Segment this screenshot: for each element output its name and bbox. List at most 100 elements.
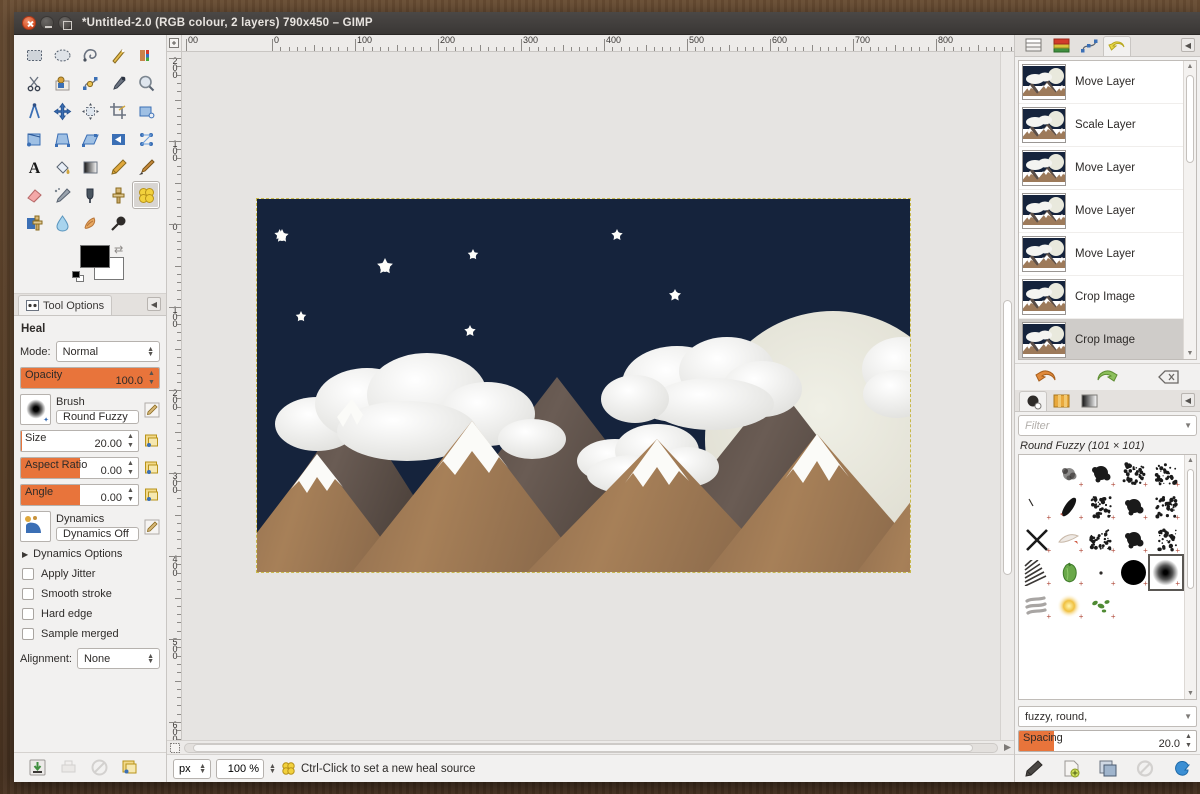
navigation-button[interactable] bbox=[1000, 743, 1014, 752]
dodge-burn-tool[interactable] bbox=[104, 209, 132, 237]
history-scrollbar[interactable]: ▲ ▼ bbox=[1183, 61, 1196, 359]
history-item[interactable]: Crop Image bbox=[1019, 319, 1183, 359]
paintbrush-tool[interactable] bbox=[132, 153, 160, 181]
foreground-select-tool[interactable] bbox=[48, 69, 76, 97]
zoom-input[interactable]: 100 % bbox=[216, 759, 264, 779]
unit-select[interactable]: px ▲▼ bbox=[173, 759, 211, 779]
brush-cell-speckle-2[interactable]: + bbox=[1150, 457, 1182, 490]
brush-cell-grain-1[interactable]: + bbox=[1085, 523, 1117, 556]
bucket-fill-tool[interactable] bbox=[48, 153, 76, 181]
foreground-color-swatch[interactable] bbox=[80, 245, 110, 268]
scroll-down-icon[interactable]: ▼ bbox=[1184, 350, 1196, 357]
brush-scroll-thumb[interactable] bbox=[1187, 469, 1194, 589]
layers-tab[interactable] bbox=[1019, 36, 1047, 56]
reset-aspect-icon[interactable] bbox=[144, 460, 160, 476]
dynamics-preview[interactable] bbox=[20, 511, 51, 542]
brush-cell-dark-splat[interactable]: + bbox=[1085, 457, 1117, 490]
canvas-image[interactable] bbox=[257, 199, 910, 572]
quick-mask-button[interactable] bbox=[167, 741, 182, 755]
brush-cell-tiny-dot[interactable]: + bbox=[1085, 556, 1117, 589]
dock-menu-button[interactable]: ◀ bbox=[147, 297, 161, 311]
ellipse-select-tool[interactable] bbox=[48, 41, 76, 69]
zoom-tool[interactable] bbox=[132, 69, 160, 97]
chevron-down-icon[interactable]: ▼ bbox=[1184, 421, 1192, 430]
brushes-tab[interactable] bbox=[1019, 391, 1047, 411]
history-scroll-thumb[interactable] bbox=[1186, 75, 1194, 163]
spacing-spinner[interactable]: ▲▼ bbox=[1183, 733, 1194, 749]
history-item[interactable]: Crop Image bbox=[1019, 276, 1183, 319]
brush-cell-pepper[interactable]: + bbox=[1053, 556, 1085, 589]
smudge-tool[interactable] bbox=[76, 209, 104, 237]
brush-cell-speckle-1[interactable]: + bbox=[1118, 457, 1150, 490]
aspect-spinner[interactable]: ▲▼ bbox=[125, 460, 136, 476]
gradients-tab[interactable] bbox=[1075, 391, 1103, 411]
aspect-ratio-slider[interactable]: Aspect Ratio 0.00 ▲▼ bbox=[20, 457, 139, 479]
perspective-tool[interactable] bbox=[104, 125, 132, 153]
angle-spinner[interactable]: ▲▼ bbox=[125, 487, 136, 503]
hard-edge-checkbox[interactable] bbox=[22, 608, 34, 620]
blend-tool[interactable] bbox=[76, 153, 104, 181]
vertical-scroll-thumb[interactable] bbox=[1003, 300, 1012, 575]
brush-cell-sparse-dots[interactable]: + bbox=[1150, 490, 1182, 523]
angle-slider[interactable]: Angle 0.00 ▲▼ bbox=[20, 484, 139, 506]
canvas-vertical-scrollbar[interactable] bbox=[1000, 52, 1014, 740]
perspective-clone-tool[interactable] bbox=[20, 209, 48, 237]
edit-dynamics-icon[interactable] bbox=[144, 519, 160, 535]
reset-size-icon[interactable] bbox=[144, 433, 160, 449]
brush-cell-leaves[interactable]: + bbox=[1085, 589, 1117, 622]
pencil-tool[interactable] bbox=[104, 153, 132, 181]
brush-cell-hard-circle[interactable]: + bbox=[1118, 556, 1150, 589]
delete-brush-button[interactable] bbox=[1135, 759, 1155, 778]
spacing-slider[interactable]: Spacing 20.0 ▲▼ bbox=[1018, 730, 1197, 752]
opacity-spinner[interactable]: ▲▼ bbox=[146, 370, 157, 386]
eraser-tool[interactable] bbox=[20, 181, 48, 209]
dynamics-options-expander[interactable]: ▶ Dynamics Options bbox=[22, 548, 160, 560]
rect-select-tool[interactable] bbox=[20, 41, 48, 69]
patterns-tab[interactable] bbox=[1047, 391, 1075, 411]
redo-button[interactable] bbox=[1096, 368, 1118, 386]
brush-cell-grain-2[interactable]: + bbox=[1118, 523, 1150, 556]
brush-grid-container[interactable]: ++++++++++++++++++++++ ▲ ▼ bbox=[1018, 454, 1197, 700]
horizontal-scroll-track[interactable] bbox=[184, 743, 998, 753]
move-tool[interactable] bbox=[48, 97, 76, 125]
size-spinner[interactable]: ▲▼ bbox=[125, 433, 136, 449]
refresh-brushes-button[interactable] bbox=[1172, 759, 1192, 778]
opacity-slider[interactable]: Opacity 100.0 ▲▼ bbox=[20, 367, 160, 389]
undo-button[interactable] bbox=[1035, 368, 1057, 386]
brush-cell-smudge-lines[interactable]: + bbox=[1021, 589, 1053, 622]
history-item[interactable]: Scale Layer bbox=[1019, 104, 1183, 147]
paths-tool[interactable] bbox=[76, 69, 104, 97]
brush-cell-confetti-1[interactable]: + bbox=[1085, 490, 1117, 523]
unified-transform-tool[interactable] bbox=[132, 97, 160, 125]
airbrush-tool[interactable] bbox=[48, 181, 76, 209]
blur-sharpen-tool[interactable] bbox=[48, 209, 76, 237]
ink-tool[interactable] bbox=[76, 181, 104, 209]
color-picker-tool[interactable] bbox=[104, 69, 132, 97]
select-by-color-tool[interactable] bbox=[132, 41, 160, 69]
mode-select[interactable]: Normal ▲▼ bbox=[56, 341, 160, 362]
shear-tool[interactable] bbox=[76, 125, 104, 153]
horizontal-scroll-thumb[interactable] bbox=[193, 744, 973, 752]
channels-tab[interactable] bbox=[1047, 36, 1075, 56]
clone-stamp-tool[interactable] bbox=[104, 181, 132, 209]
free-select-tool[interactable] bbox=[76, 41, 104, 69]
brush-scrollbar[interactable]: ▲ ▼ bbox=[1184, 455, 1196, 699]
scroll-down-icon[interactable]: ▼ bbox=[1185, 690, 1196, 697]
maximize-button[interactable] bbox=[58, 16, 72, 30]
history-dock-menu-button[interactable]: ◀ bbox=[1181, 38, 1195, 52]
brush-tags-input[interactable]: fuzzy, round, ▼ bbox=[1018, 706, 1197, 727]
heal-tool[interactable] bbox=[132, 181, 160, 209]
history-item[interactable]: Move Layer bbox=[1019, 233, 1183, 276]
apply-jitter-row[interactable]: Apply Jitter bbox=[22, 568, 160, 580]
history-item[interactable]: Move Layer bbox=[1019, 147, 1183, 190]
restore-tool-preset-icon[interactable] bbox=[59, 758, 78, 777]
scissors-select-tool[interactable] bbox=[20, 69, 48, 97]
scroll-up-icon[interactable]: ▲ bbox=[1184, 63, 1196, 70]
clear-history-button[interactable] bbox=[1158, 368, 1180, 386]
size-slider[interactable]: Size 20.00 ▲▼ bbox=[20, 430, 139, 452]
scale-tool[interactable] bbox=[48, 125, 76, 153]
sample-merged-row[interactable]: Sample merged bbox=[22, 628, 160, 640]
history-item[interactable]: Move Layer bbox=[1019, 61, 1183, 104]
edit-brush-button[interactable] bbox=[1024, 759, 1044, 778]
save-tool-preset-icon[interactable] bbox=[28, 758, 47, 777]
